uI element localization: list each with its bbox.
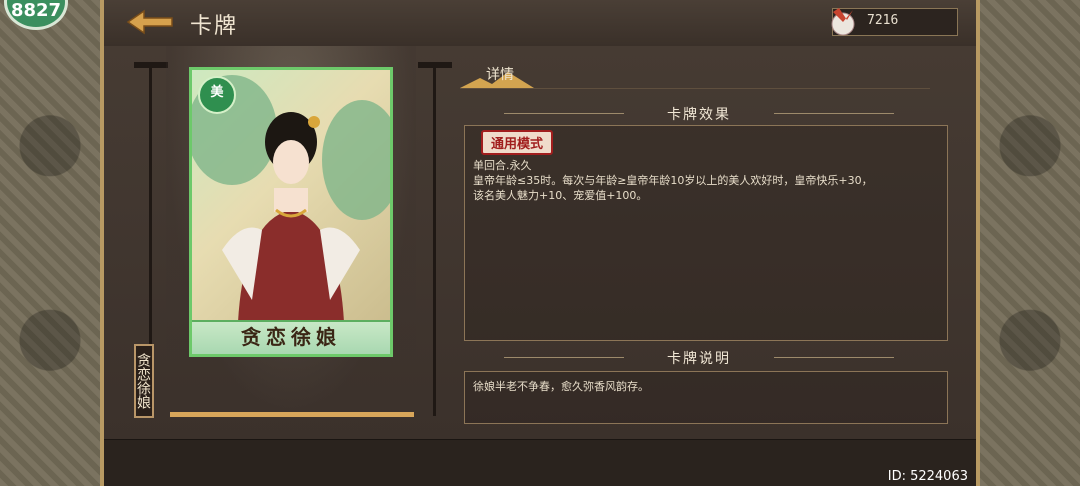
player-id: ID: 5224063	[887, 469, 968, 484]
description-header-label: 卡牌说明	[667, 351, 731, 367]
card-progress-fill	[170, 412, 414, 417]
left-decor-panel: 8827	[0, 0, 104, 486]
page-title: 卡牌	[190, 14, 239, 39]
effect-header-line-right	[774, 113, 894, 114]
effect-header-line-left	[504, 113, 624, 114]
score-badge[interactable]: 8827	[4, 0, 68, 30]
description-header-line-left	[504, 357, 624, 358]
currency-value: 7216	[867, 13, 899, 28]
top-bar: 卡牌 7216	[104, 0, 976, 48]
main-window: 卡牌 7216 贪恋徐娘 美 贪恋徐娘 详情 卡牌效果 通用模式 单回合.永久 …	[104, 0, 976, 486]
mode-tag: 通用模式	[481, 130, 554, 155]
card-progress-bar	[170, 412, 414, 417]
back-arrow-icon[interactable]	[126, 8, 176, 36]
bottom-bar: ID: 5224063	[104, 439, 976, 486]
right-decor-panel	[976, 0, 1080, 486]
description-header: 卡牌说明	[464, 348, 934, 367]
currency-display: 7216	[831, 8, 958, 36]
score-value: 8827	[10, 0, 62, 21]
tab-details[interactable]: 详情	[460, 60, 534, 90]
card-rarity-badge: 美	[198, 76, 236, 114]
tab-divider	[460, 88, 930, 89]
card-side-label: 贪恋徐娘	[134, 344, 154, 418]
effect-header: 卡牌效果	[464, 104, 934, 123]
description-box: 徐娘半老不争春，愈久弥香风韵存。	[464, 371, 948, 424]
effect-text: 单回合.永久 皇帝年龄≤35时。每次与年龄≥皇帝年龄10岁以上的美人欢好时，皇帝…	[473, 159, 873, 202]
description-text: 徐娘半老不争春，愈久弥香风韵存。	[473, 380, 649, 393]
tab-details-label: 详情	[486, 67, 514, 83]
description-header-line-right	[774, 357, 894, 358]
hanger-right-rod	[433, 66, 436, 416]
feather-coin-icon	[831, 8, 855, 36]
card-name: 贪恋徐娘	[192, 320, 390, 354]
hanger-left-rod	[149, 66, 152, 346]
card-image[interactable]: 美 贪恋徐娘	[189, 67, 393, 357]
effect-box: 通用模式 单回合.永久 皇帝年龄≤35时。每次与年龄≥皇帝年龄10岁以上的美人欢…	[464, 125, 948, 341]
effect-header-label: 卡牌效果	[667, 107, 731, 123]
